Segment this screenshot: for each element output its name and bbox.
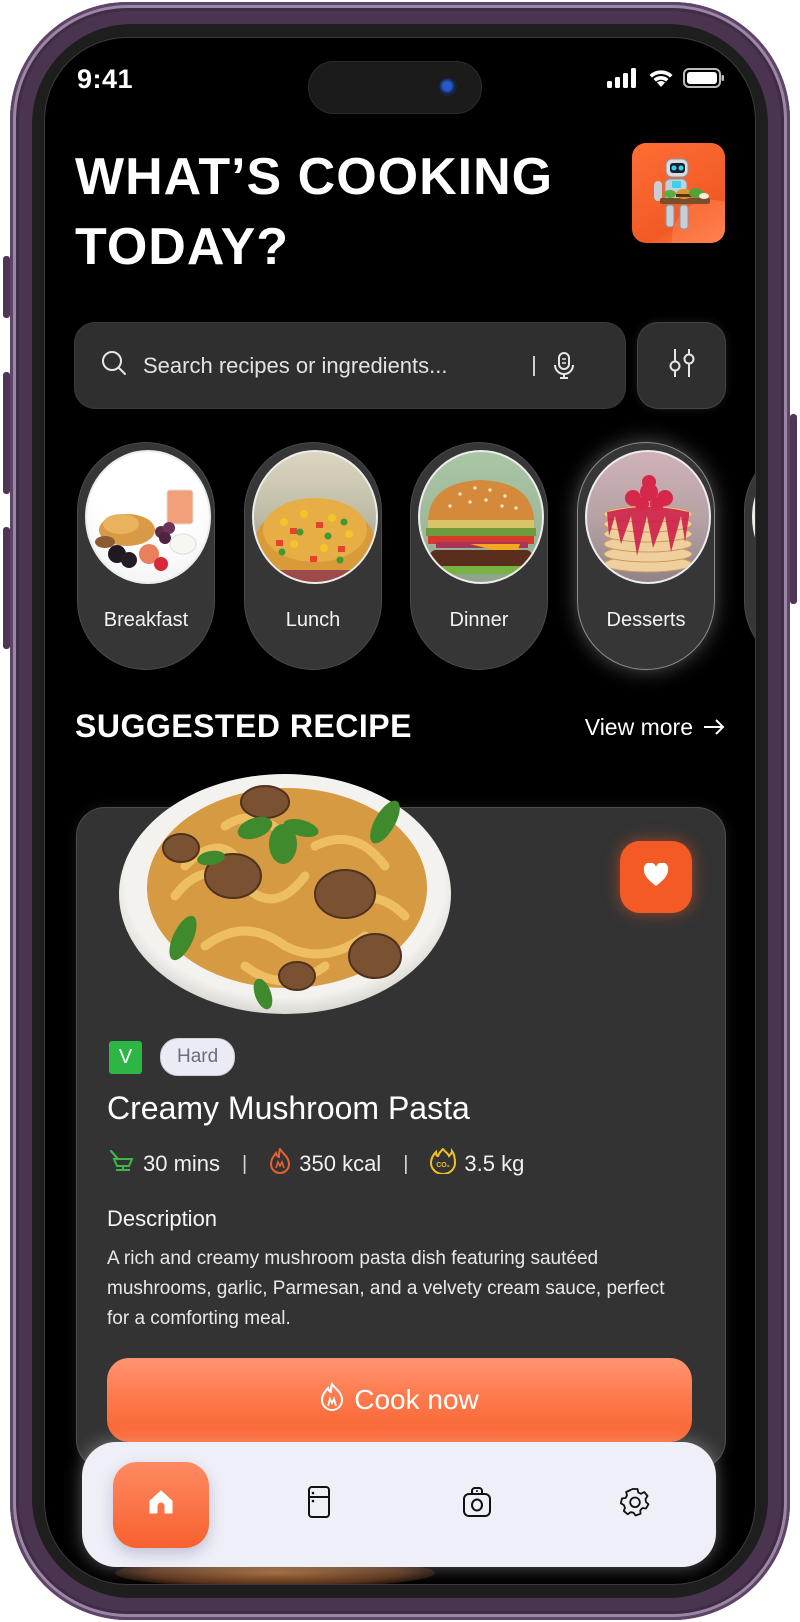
category-lunch[interactable]: Lunch <box>245 443 381 669</box>
search-input[interactable] <box>141 351 525 380</box>
stat-carbon-value: 3.5 kg <box>464 1151 525 1176</box>
description-text: A rich and creamy mushroom pasta dish fe… <box>107 1248 665 1329</box>
stat-calories: 350 kcal <box>269 1146 382 1180</box>
view-more-link[interactable]: View more <box>585 714 725 741</box>
desserts-image <box>585 450 711 584</box>
front-camera-icon <box>439 78 457 96</box>
power-button[interactable] <box>790 414 797 604</box>
co2-icon: CO₂ <box>430 1147 457 1180</box>
avatar[interactable] <box>632 143 725 243</box>
stat-calories-value: 350 kcal <box>299 1151 382 1176</box>
volume-up-button[interactable] <box>3 372 10 494</box>
cook-now-button[interactable]: Cook now <box>107 1358 692 1442</box>
veg-badge: V <box>109 1040 142 1074</box>
stat-time: 30 mins <box>109 1149 220 1179</box>
search-divider <box>533 355 535 376</box>
view-more-label: View more <box>584 714 693 740</box>
heart-icon <box>643 861 669 892</box>
description-label: Description <box>107 1206 218 1231</box>
nav-home-active-bg <box>113 1461 209 1548</box>
favorite-button[interactable] <box>620 841 692 913</box>
robot-chef-icon <box>654 158 725 243</box>
battery-icon <box>683 68 725 93</box>
stat-carbon: CO₂ 3.5 kg <box>430 1147 525 1180</box>
stat-separator: | <box>403 1152 409 1175</box>
dinner-image <box>418 450 544 584</box>
cooking-pot-icon <box>109 1149 135 1179</box>
home-icon <box>148 1489 174 1520</box>
stat-separator: | <box>242 1152 248 1175</box>
wifi-icon <box>647 68 675 93</box>
difficulty-badge: Hard <box>160 1038 236 1076</box>
bottom-nav <box>82 1442 716 1567</box>
cook-now-label: Cook now <box>354 1384 479 1415</box>
recipe-name: Creamy Mushroom Pasta <box>107 1090 470 1126</box>
breakfast-image <box>85 450 211 584</box>
arrow-right-icon <box>703 714 725 741</box>
flame-icon <box>320 1381 344 1419</box>
category-next-partial[interactable] <box>745 443 755 669</box>
app-screen: 9:41 WHAT’S COOKING TODAY? Search recipe… <box>45 38 755 1584</box>
stat-time-value: 30 mins <box>143 1151 221 1176</box>
category-desserts[interactable]: Desserts <box>578 443 714 669</box>
search-icon <box>101 350 127 381</box>
status-icons <box>607 68 725 93</box>
cellular-signal-icon <box>607 68 639 93</box>
category-label: Lunch <box>285 609 341 631</box>
nav-fridge[interactable] <box>240 1442 398 1567</box>
page-title: WHAT’S COOKING TODAY? <box>75 148 554 276</box>
microphone-icon[interactable] <box>553 351 575 380</box>
category-label: Desserts <box>606 609 686 631</box>
nav-home[interactable] <box>82 1442 240 1567</box>
gear-icon <box>619 1487 650 1522</box>
category-label: Dinner <box>449 609 509 631</box>
lunch-image <box>252 450 378 584</box>
dynamic-island <box>308 61 482 114</box>
volume-down-button[interactable] <box>3 527 10 649</box>
status-time: 9:41 <box>77 64 134 94</box>
search-bar[interactable] <box>75 323 625 408</box>
recipe-stats: 30 mins | 350 kcal | CO₂ 3.5 kg <box>109 1146 525 1180</box>
recipe-badges: V Hard <box>109 1038 236 1076</box>
nav-settings[interactable] <box>556 1442 714 1567</box>
camera-icon <box>462 1486 492 1523</box>
filter-button[interactable] <box>638 323 725 408</box>
action-button[interactable] <box>3 256 10 318</box>
section-title: SUGGESTED RECIPE <box>75 708 412 744</box>
sliders-icon <box>668 347 696 384</box>
category-image <box>752 450 755 584</box>
dish-image <box>115 766 455 1016</box>
flame-icon <box>269 1146 291 1180</box>
category-breakfast[interactable]: Breakfast <box>78 443 214 669</box>
category-carousel[interactable]: Breakfast Lunch Dinner Desserts <box>78 443 755 673</box>
category-dinner[interactable]: Dinner <box>411 443 547 669</box>
category-label: Breakfast <box>103 609 189 631</box>
nav-camera[interactable] <box>398 1442 556 1567</box>
fridge-icon <box>307 1486 331 1523</box>
svg-text:CO₂: CO₂ <box>437 1162 451 1169</box>
